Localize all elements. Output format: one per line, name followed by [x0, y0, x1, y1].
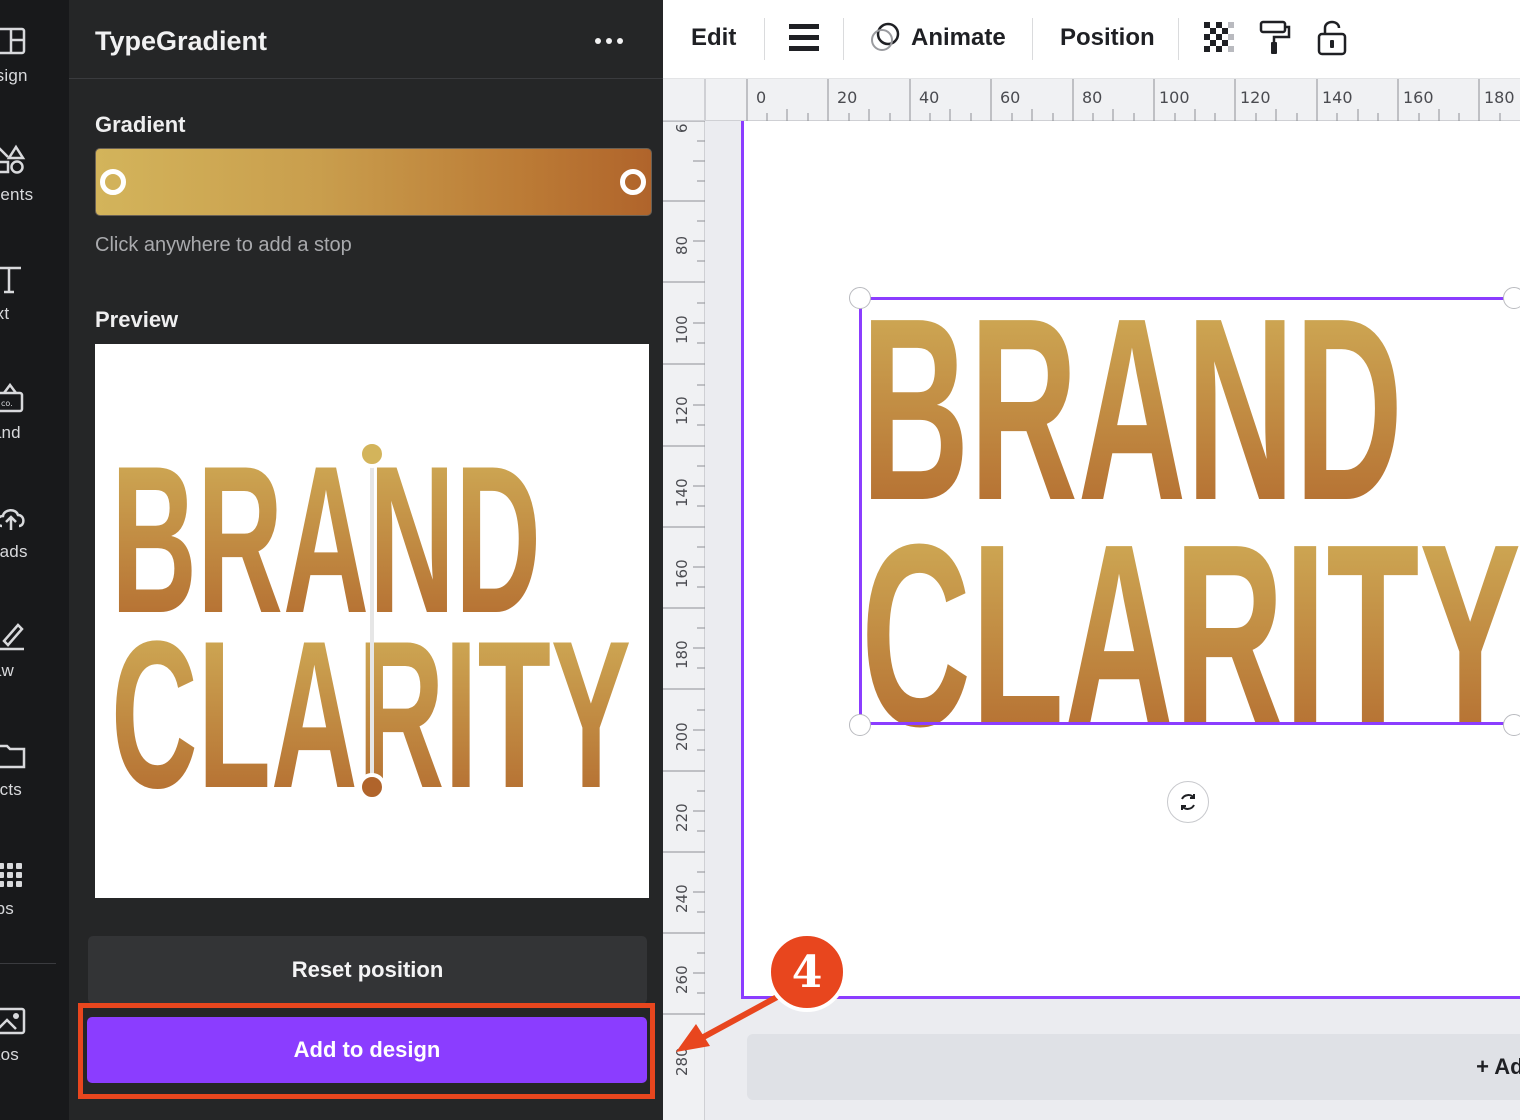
toolbar-divider	[1178, 18, 1179, 60]
transparency-icon[interactable]	[1200, 18, 1238, 58]
ruler-tick-label: 20	[837, 88, 858, 107]
rail-label: pps	[0, 899, 15, 918]
ruler-corner	[663, 79, 705, 121]
dot-icon	[595, 38, 601, 44]
left-rail: esign ments ext co. rand loads raw jects…	[0, 0, 69, 1120]
toolbar-divider	[764, 18, 765, 60]
resize-handle[interactable]	[1503, 287, 1520, 309]
ruler-tick-label: 80	[1082, 88, 1103, 107]
toolbar-divider	[1032, 18, 1033, 60]
ruler-tick-label: 220	[673, 803, 691, 832]
resize-handle[interactable]	[849, 287, 871, 309]
direction-handle-end	[358, 773, 386, 801]
toolbar-divider	[843, 18, 844, 60]
rail-item-text[interactable]: ext	[0, 262, 69, 362]
gradient-hint: Click anywhere to add a stop	[95, 234, 352, 256]
selection-box[interactable]	[859, 297, 1520, 725]
ruler-top-ticks	[746, 79, 1501, 121]
position-button[interactable]: Position	[1060, 24, 1155, 52]
image-icon	[0, 1007, 26, 1035]
rail-label: esign	[0, 66, 28, 85]
rail-label: rand	[0, 423, 21, 442]
upload-icon	[0, 509, 25, 530]
layout-icon	[0, 27, 26, 55]
rail-item-apps[interactable]: pps	[0, 857, 69, 957]
preview-label: Preview	[95, 307, 179, 332]
gradient-stop-end[interactable]	[620, 169, 646, 195]
ruler-tick-label: 180	[1484, 88, 1515, 107]
rail-item-brand[interactable]: co. rand	[0, 381, 69, 481]
ruler-tick-label: 120	[1240, 88, 1271, 107]
rail-item-uploads[interactable]: loads	[0, 500, 69, 600]
dot-icon	[617, 38, 623, 44]
align-icon[interactable]	[785, 18, 823, 58]
preview-graphic: BRAND CLARITY	[111, 422, 631, 832]
edit-button[interactable]: Edit	[691, 24, 736, 52]
ruler-tick-label: 160	[1403, 88, 1434, 107]
ruler-tick-label: 40	[919, 88, 940, 107]
paint-roller-icon[interactable]	[1256, 18, 1294, 58]
dot-icon	[606, 38, 612, 44]
rail-label: jects	[0, 780, 22, 799]
animate-button[interactable]: Animate	[911, 24, 1006, 52]
rail-item-draw[interactable]: raw	[0, 619, 69, 719]
gradient-label: Gradient	[95, 112, 186, 137]
step-badge: 4	[767, 932, 847, 1012]
ruler-tick-label: 140	[1322, 88, 1353, 107]
top-toolbar: Edit Animate Position	[663, 0, 1520, 79]
ruler-left: 6 80 100 120 140 160 180 200 220 240 260…	[663, 121, 705, 1120]
ruler-tick-label: 6	[673, 123, 691, 133]
ruler-tick-label: 100	[673, 315, 691, 344]
rotate-icon	[1181, 794, 1195, 810]
folder-icon	[0, 744, 26, 769]
panel-title: TypeGradient	[95, 26, 268, 56]
rail-item-elements[interactable]: ments	[0, 143, 69, 243]
reset-position-button[interactable]: Reset position	[88, 936, 647, 1004]
svg-text:co.: co.	[1, 399, 13, 408]
resize-handle[interactable]	[849, 714, 871, 736]
ruler-tick-label: 100	[1159, 88, 1190, 107]
apps-icon	[0, 863, 22, 887]
shapes-icon	[0, 144, 26, 174]
animate-icon	[871, 22, 900, 51]
ruler-tick-label: 140	[673, 478, 691, 507]
rail-divider	[0, 963, 56, 964]
ruler-tick-label: 80	[673, 235, 691, 255]
add-page-button[interactable]: + Add	[747, 1034, 1520, 1100]
ruler-tick-label: 0	[756, 88, 767, 107]
rail-label: otos	[0, 1045, 19, 1064]
gradient-stop-start[interactable]	[100, 169, 126, 195]
gradient-bar[interactable]	[95, 148, 652, 216]
ruler-tick-label: 200	[673, 722, 691, 751]
resize-handle[interactable]	[1503, 714, 1520, 736]
typegradient-panel: TypeGradient Gradient Click anywhere to …	[69, 0, 663, 1120]
gradient-preview[interactable]: BRAND CLARITY	[95, 344, 649, 898]
ruler-tick-label: 160	[673, 559, 691, 588]
ruler-tick-label: 240	[673, 884, 691, 913]
add-page-label: + Add	[1476, 1054, 1520, 1079]
more-options-button[interactable]	[587, 24, 631, 58]
draw-icon	[0, 623, 24, 651]
rotate-button[interactable]	[1167, 781, 1209, 823]
text-icon	[0, 266, 21, 294]
rail-label: ext	[0, 304, 10, 323]
panel-header: TypeGradient	[69, 0, 663, 79]
ruler-tick-label: 60	[1000, 88, 1021, 107]
ruler-tick-label: 180	[673, 640, 691, 669]
rail-label: ments	[0, 185, 34, 204]
rail-item-photos[interactable]: otos	[0, 1003, 69, 1103]
rail-item-projects[interactable]: jects	[0, 738, 69, 838]
ruler-top: 0 20 40 60 80 100 120 140 160 180	[705, 79, 1520, 121]
add-to-design-button[interactable]: Add to design	[87, 1017, 647, 1083]
ruler-tick-label: 120	[673, 396, 691, 425]
ruler-tick-label: 260	[673, 965, 691, 994]
ruler-tick-label: 280	[673, 1047, 691, 1076]
lock-icon[interactable]	[1313, 18, 1351, 58]
direction-handle-start	[358, 440, 386, 468]
rail-item-design[interactable]: esign	[0, 24, 69, 124]
rail-label: loads	[0, 542, 28, 561]
rail-label: raw	[0, 661, 14, 680]
brand-icon: co.	[0, 382, 24, 413]
